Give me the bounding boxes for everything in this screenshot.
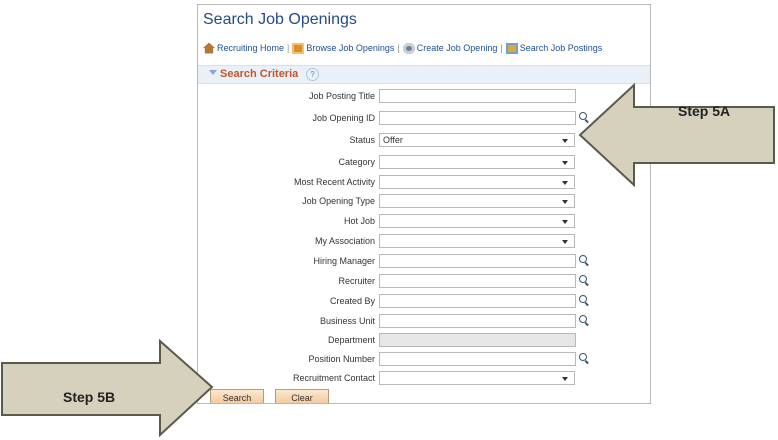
field-label: Position Number	[308, 354, 375, 364]
field-label: My Association	[314, 236, 375, 246]
search-criteria-section[interactable]: Search Criteria ?	[198, 65, 650, 84]
lookup-icon[interactable]	[579, 353, 587, 361]
field-label: Business Unit	[319, 316, 375, 326]
help-icon[interactable]: ?	[306, 68, 319, 81]
field-row: Created By	[198, 294, 650, 310]
postings-icon	[505, 42, 518, 54]
field-row: Recruitment Contact	[198, 371, 650, 387]
field-label: Recruiter	[338, 276, 375, 286]
field-label: Recruitment Contact	[292, 373, 375, 383]
step-5a-arrow-shape	[578, 83, 775, 187]
hot-job-select[interactable]	[379, 214, 575, 228]
job-opening-type-select[interactable]	[379, 194, 575, 208]
home-icon	[203, 42, 215, 54]
department-input	[379, 333, 576, 347]
step-5a-label: Step 5A	[678, 103, 731, 119]
field-label: Hot Job	[343, 216, 375, 226]
page-title: Search Job Openings	[203, 11, 357, 28]
field-label: Job Posting Title	[308, 91, 375, 101]
field-row: My Association	[198, 234, 650, 250]
field-row: Business Unit	[198, 314, 650, 330]
toolbar-separator: |	[500, 43, 503, 53]
step-5a-callout-arrow	[578, 83, 775, 187]
created-by-input[interactable]	[379, 294, 576, 308]
field-label: Created By	[329, 296, 375, 306]
toolbar-link-create-job-opening[interactable]: Create Job Opening	[417, 43, 498, 53]
business-unit-input[interactable]	[379, 314, 576, 328]
browse-icon	[292, 42, 305, 54]
recruiter-input[interactable]	[379, 274, 576, 288]
collapse-caret-icon[interactable]	[209, 70, 217, 75]
status-select[interactable]: Offer	[379, 133, 575, 147]
field-row: Department	[198, 333, 650, 349]
category-select[interactable]	[379, 155, 575, 169]
create-icon	[402, 42, 415, 54]
field-label: Job Opening ID	[312, 113, 375, 123]
field-label: Category	[338, 157, 375, 167]
toolbar-separator: |	[287, 43, 290, 53]
recruitment-contact-select[interactable]	[379, 371, 575, 385]
field-label: Hiring Manager	[313, 256, 375, 266]
step-5b-label: Step 5B	[63, 389, 116, 405]
job-posting-title-input[interactable]	[379, 89, 576, 103]
field-row: Position Number	[198, 352, 650, 368]
field-row: Hot Job	[198, 214, 650, 230]
field-row: Recruiter	[198, 274, 650, 290]
lookup-icon[interactable]	[579, 275, 587, 283]
toolbar-link-browse-job-openings[interactable]: Browse Job Openings	[306, 43, 394, 53]
lookup-icon[interactable]	[579, 295, 587, 303]
clear-button[interactable]: Clear	[275, 389, 329, 403]
field-row: Job Opening Type	[198, 194, 650, 210]
most-recent-activity-select[interactable]	[379, 175, 575, 189]
field-row: Hiring Manager	[198, 254, 650, 270]
position-number-input[interactable]	[379, 352, 576, 366]
field-label: Most Recent Activity	[293, 177, 375, 187]
toolbar-link-recruiting-home[interactable]: Recruiting Home	[217, 43, 284, 53]
toolbar: Recruiting Home | Browse Job Openings | …	[203, 41, 602, 55]
my-association-select[interactable]	[379, 234, 575, 248]
section-title: Search Criteria	[220, 68, 299, 80]
search-button[interactable]: Search	[210, 389, 264, 403]
lookup-icon[interactable]	[579, 315, 587, 323]
job-opening-id-input[interactable]	[379, 111, 576, 125]
step-5b-arrow-shape	[1, 339, 214, 438]
field-label: Job Opening Type	[302, 196, 375, 206]
toolbar-link-search-job-postings[interactable]: Search Job Postings	[520, 43, 603, 53]
hiring-manager-input[interactable]	[379, 254, 576, 268]
field-label: Department	[327, 335, 375, 345]
toolbar-separator: |	[397, 43, 400, 53]
field-label: Status	[349, 135, 375, 145]
lookup-icon[interactable]	[579, 255, 587, 263]
search-page: Search Job Openings Recruiting Home | Br…	[197, 4, 651, 404]
